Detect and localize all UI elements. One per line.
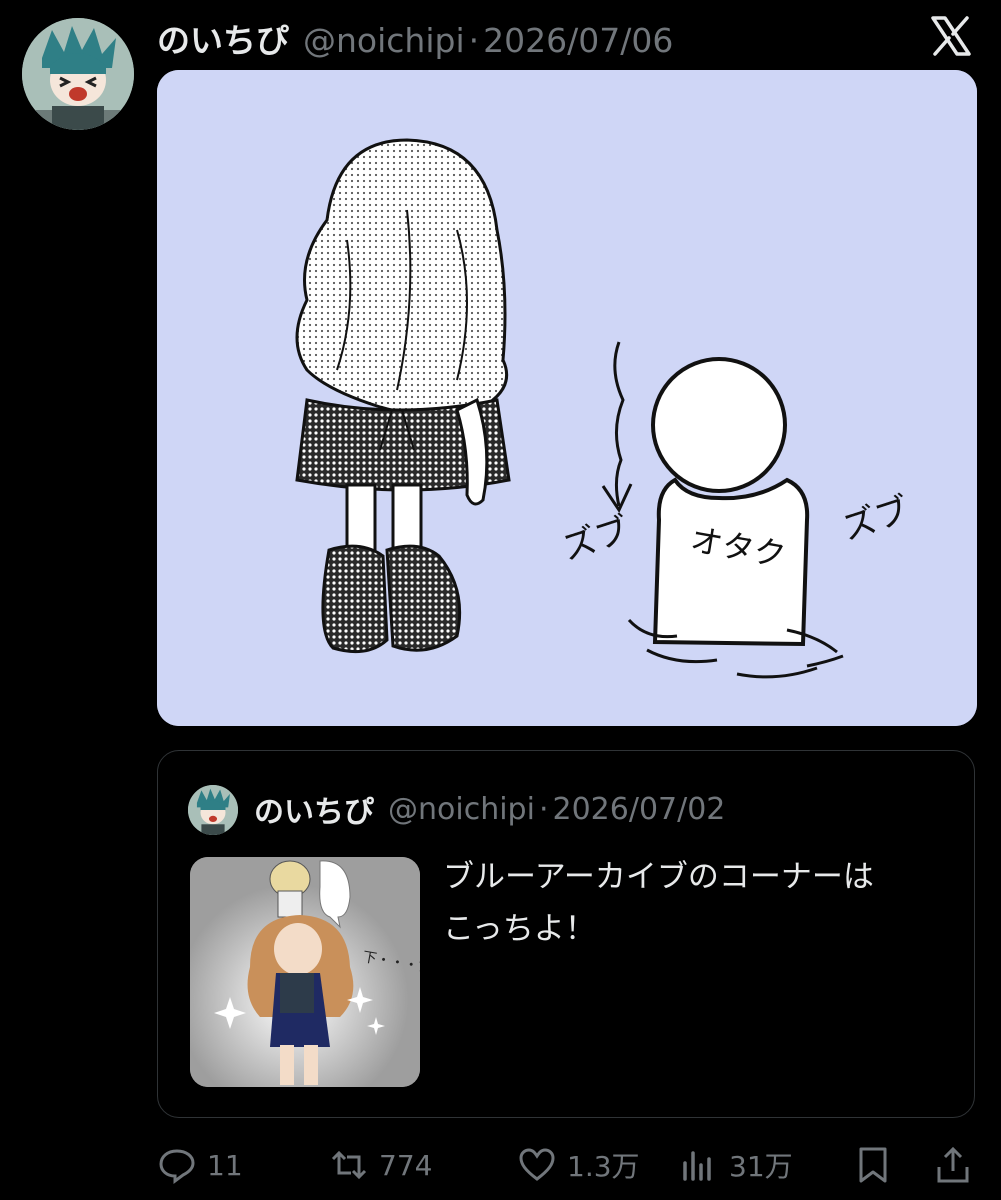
speech-bubble-icon	[159, 1149, 195, 1184]
like-count: 1.3万	[567, 1150, 640, 1183]
views-button[interactable]: 31万	[679, 1140, 793, 1190]
author-handle[interactable]: @noichipi	[303, 21, 465, 60]
x-logo-icon	[930, 15, 972, 57]
like-button[interactable]: 1.3万	[517, 1140, 640, 1190]
quoted-text-line-2: こっちよ！	[443, 911, 596, 947]
action-bar: 11 774 1.3万 31万	[157, 1140, 977, 1190]
author-name[interactable]: のいちぴ	[157, 14, 289, 62]
quoted-post-card[interactable]: のいちぴ @noichipi · 2026/07/02 下・・・? ブルーアーカ…	[157, 750, 975, 1118]
repost-count: 774	[379, 1148, 433, 1182]
share-button[interactable]	[933, 1140, 983, 1190]
quoted-post-text: ブルーアーカイブのコーナーは こっちよ！	[443, 851, 953, 955]
quoted-author-avatar[interactable]	[188, 785, 238, 835]
quoted-separator-dot: ·	[538, 791, 549, 827]
post-header: のいちぴ @noichipi · 2026/07/06	[157, 14, 673, 60]
separator-dot: ·	[468, 21, 480, 60]
bar-chart-icon	[683, 1151, 711, 1181]
repost-arrows-icon	[331, 1150, 367, 1180]
repost-button[interactable]: 774	[329, 1140, 432, 1190]
quoted-author-handle: @noichipi	[388, 791, 535, 827]
reply-button[interactable]: 11	[157, 1140, 243, 1190]
share-icon	[937, 1146, 969, 1183]
author-avatar[interactable]	[22, 18, 134, 130]
reply-count: 11	[207, 1148, 243, 1182]
post-date[interactable]: 2026/07/06	[483, 21, 673, 60]
bookmark-button[interactable]	[853, 1140, 903, 1190]
bookmark-icon	[859, 1147, 887, 1183]
quoted-post-thumbnail[interactable]: 下・・・?	[190, 857, 420, 1087]
quoted-author-name: のいちぴ	[254, 795, 374, 830]
post-image[interactable]: ズブ ズブ オタク	[157, 70, 977, 726]
heart-icon	[519, 1148, 555, 1181]
quoted-post-header: のいちぴ @noichipi · 2026/07/02	[254, 785, 725, 833]
quoted-post-date: 2026/07/02	[552, 791, 726, 827]
views-count: 31万	[729, 1150, 793, 1183]
quoted-text-line-1: ブルーアーカイブのコーナーは	[443, 859, 874, 895]
